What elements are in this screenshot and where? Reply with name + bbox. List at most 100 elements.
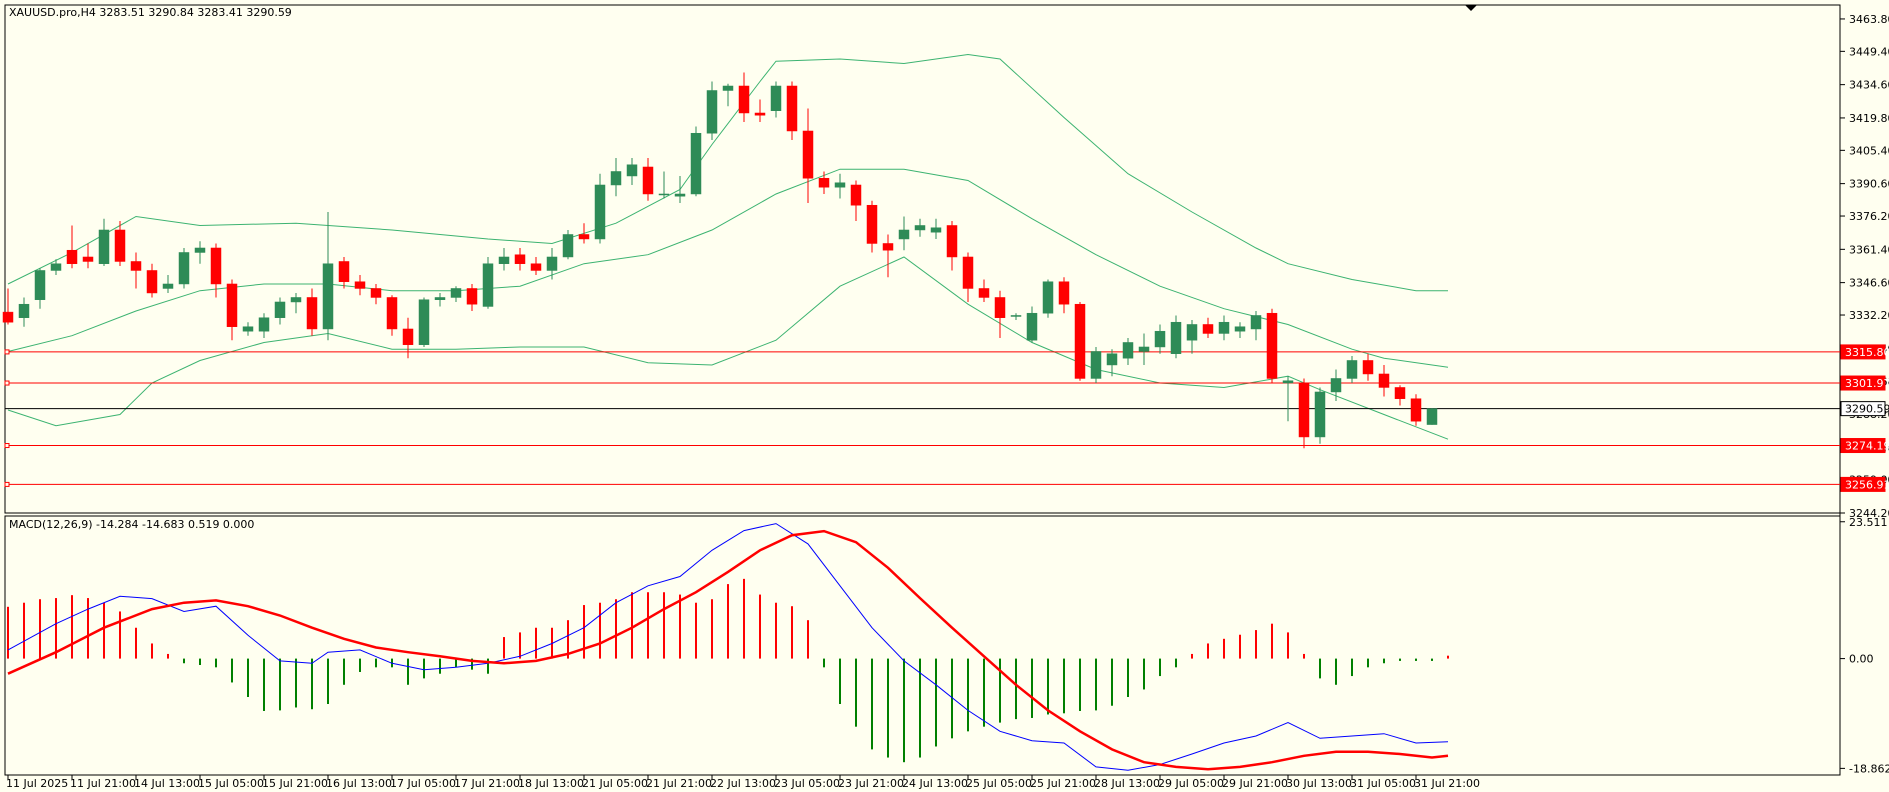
candle-body — [610, 171, 622, 186]
candle-body — [290, 297, 302, 303]
time-tick-label: 21 Jul 21:00 — [646, 777, 712, 790]
chart-header: XAUUSD.pro,H4 3283.51 3290.84 3283.41 32… — [9, 6, 292, 19]
candle-body — [210, 247, 222, 285]
candle-body — [514, 254, 526, 264]
candle-body — [402, 328, 414, 345]
main-plot-frame — [4, 4, 1841, 514]
level-anchor-handle — [4, 443, 10, 449]
candle-body — [1266, 312, 1278, 379]
candle-body — [834, 182, 846, 188]
candle-body — [1330, 378, 1342, 393]
candle-body — [146, 270, 158, 294]
candle-body — [1426, 408, 1438, 425]
candle-body — [818, 177, 830, 188]
candle-body — [434, 297, 446, 300]
time-tick-label: 15 Jul 05:00 — [198, 777, 264, 790]
candle-body — [930, 227, 942, 233]
candle-body — [354, 281, 366, 289]
time-tick-label: 29 Jul 21:00 — [1222, 777, 1288, 790]
candle-body — [194, 247, 206, 253]
level-price-label: 3256.91 — [1845, 478, 1889, 491]
candle-body — [18, 303, 30, 318]
candle-body — [450, 288, 462, 298]
time-tick-label: 17 Jul 05:00 — [390, 777, 456, 790]
candle-body — [2, 311, 14, 323]
candle-body — [1234, 326, 1246, 332]
price-tick-label: 3390.60 — [1849, 178, 1889, 191]
level-price-label: 3315.80 — [1845, 346, 1889, 359]
time-tick-label: 24 Jul 13:00 — [902, 777, 968, 790]
candle-body — [914, 225, 926, 231]
candle-body — [1106, 353, 1118, 366]
time-tick-label: 28 Jul 13:00 — [1094, 777, 1160, 790]
candle-body — [802, 130, 814, 179]
candle-body — [674, 193, 686, 197]
macd-header: MACD(12,26,9) -14.284 -14.683 0.519 0.00… — [9, 518, 254, 531]
candle-body — [1394, 387, 1406, 399]
candle-body — [498, 256, 510, 264]
price-chart[interactable]: XAUUSD.pro,H4 3283.51 3290.84 3283.41 32… — [0, 0, 1889, 792]
candle-body — [418, 299, 430, 345]
candle-body — [258, 317, 270, 332]
time-tick-label: 30 Jul 13:00 — [1286, 777, 1352, 790]
macd-tick-label: 23.511 — [1849, 516, 1888, 529]
candle-body — [1122, 342, 1134, 359]
candle-body — [1378, 373, 1390, 388]
level-price-label: 3274.19 — [1845, 440, 1889, 453]
level-anchor-handle — [4, 481, 10, 487]
price-tick-label: 3332.20 — [1849, 309, 1889, 322]
candle-body — [562, 234, 574, 258]
candle-body — [370, 288, 382, 298]
candle-body — [994, 297, 1006, 318]
candle-body — [1298, 382, 1310, 438]
candle-body — [530, 263, 542, 271]
time-tick-label: 22 Jul 13:00 — [710, 777, 776, 790]
level-anchor-handle — [4, 380, 10, 386]
time-tick-label: 16 Jul 13:00 — [326, 777, 392, 790]
candle-body — [1346, 360, 1358, 379]
price-tick-label: 3463.80 — [1849, 13, 1889, 26]
macd-tick-label: -18.862 — [1849, 762, 1889, 775]
candle-body — [882, 243, 894, 251]
candle-body — [658, 193, 670, 196]
candle-body — [866, 204, 878, 244]
candle-body — [322, 263, 334, 330]
candle-body — [786, 85, 798, 132]
time-tick-label: 23 Jul 05:00 — [774, 777, 840, 790]
candle-body — [1410, 398, 1422, 422]
candle-body — [1090, 351, 1102, 379]
candle-body — [1138, 346, 1150, 352]
candle-body — [1058, 281, 1070, 305]
candle-body — [626, 164, 638, 177]
candle-body — [1186, 324, 1198, 341]
candle-body — [850, 184, 862, 206]
time-tick-label: 15 Jul 21:00 — [262, 777, 328, 790]
price-tick-label: 3419.80 — [1849, 112, 1889, 125]
candle-body — [386, 297, 398, 330]
candle-body — [1010, 315, 1022, 317]
level-price-label: 3301.97 — [1845, 377, 1889, 390]
candle-body — [690, 132, 702, 195]
candle-body — [162, 283, 174, 289]
price-tick-label: 3361.40 — [1849, 243, 1889, 256]
price-tick-label: 3449.40 — [1849, 45, 1889, 58]
candle-body — [578, 234, 590, 240]
candle-body — [722, 85, 734, 91]
time-tick-label: 29 Jul 05:00 — [1158, 777, 1224, 790]
candle-body — [1170, 321, 1182, 354]
candle-body — [1250, 315, 1262, 330]
candle-body — [1282, 380, 1294, 384]
level-price-label: 3290.59 — [1845, 403, 1889, 416]
candle-body — [642, 166, 654, 195]
macd-tick-label: 0.00 — [1849, 653, 1874, 666]
price-tick-label: 3346.60 — [1849, 277, 1889, 290]
candle-body — [1218, 321, 1230, 334]
time-tick-label: 31 Jul 05:00 — [1350, 777, 1416, 790]
candle-body — [978, 288, 990, 298]
candle-body — [242, 326, 254, 332]
candle-body — [178, 252, 190, 285]
price-tick-label: 3434.60 — [1849, 79, 1889, 92]
candle-body — [1202, 324, 1214, 334]
level-anchor-handle — [4, 349, 10, 355]
candle-body — [962, 256, 974, 289]
